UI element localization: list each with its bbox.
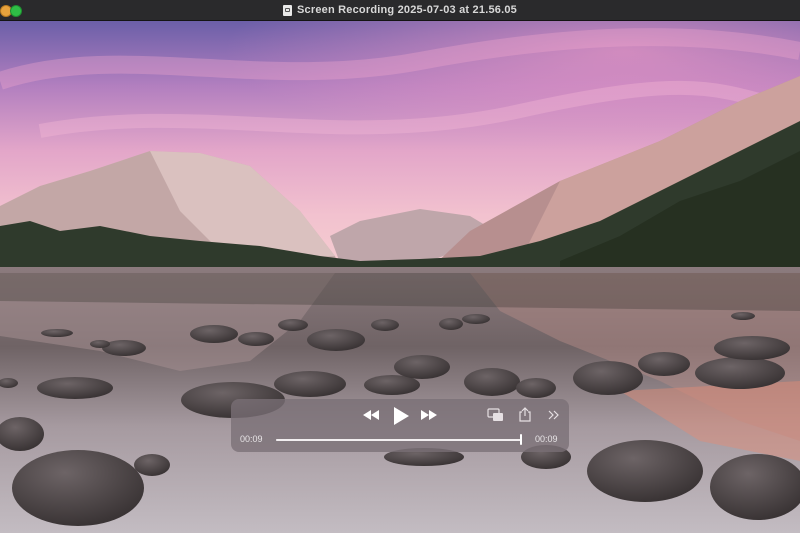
- document-icon: [283, 4, 292, 16]
- rewind-icon: [363, 410, 379, 420]
- play-icon: [394, 407, 409, 425]
- elapsed-time: 00:09: [240, 434, 263, 444]
- remaining-time: 00:09: [535, 434, 558, 444]
- window-title-group: Screen Recording 2025-07-03 at 21.56.05: [0, 0, 800, 20]
- title-bar[interactable]: Screen Recording 2025-07-03 at 21.56.05: [0, 0, 800, 21]
- rewind-button[interactable]: [361, 407, 381, 423]
- double-chevron-right-icon: [548, 410, 559, 420]
- play-button[interactable]: [391, 405, 411, 427]
- picture-in-picture-icon: [487, 408, 503, 421]
- player-window: Screen Recording 2025-07-03 at 21.56.05: [0, 0, 800, 533]
- fast-forward-button[interactable]: [419, 407, 439, 423]
- fast-forward-icon: [421, 410, 437, 420]
- share-icon: [519, 407, 531, 422]
- more-button[interactable]: [547, 407, 561, 423]
- video-frame[interactable]: [0, 21, 800, 533]
- playback-controls: 00:09 00:09: [231, 399, 569, 452]
- picture-in-picture-button[interactable]: [487, 407, 505, 423]
- scrubber-progress: [276, 439, 521, 441]
- scrubber-playhead[interactable]: [519, 434, 522, 445]
- window-title: Screen Recording 2025-07-03 at 21.56.05: [297, 4, 517, 16]
- video-image: [0, 21, 800, 533]
- share-button[interactable]: [518, 406, 532, 423]
